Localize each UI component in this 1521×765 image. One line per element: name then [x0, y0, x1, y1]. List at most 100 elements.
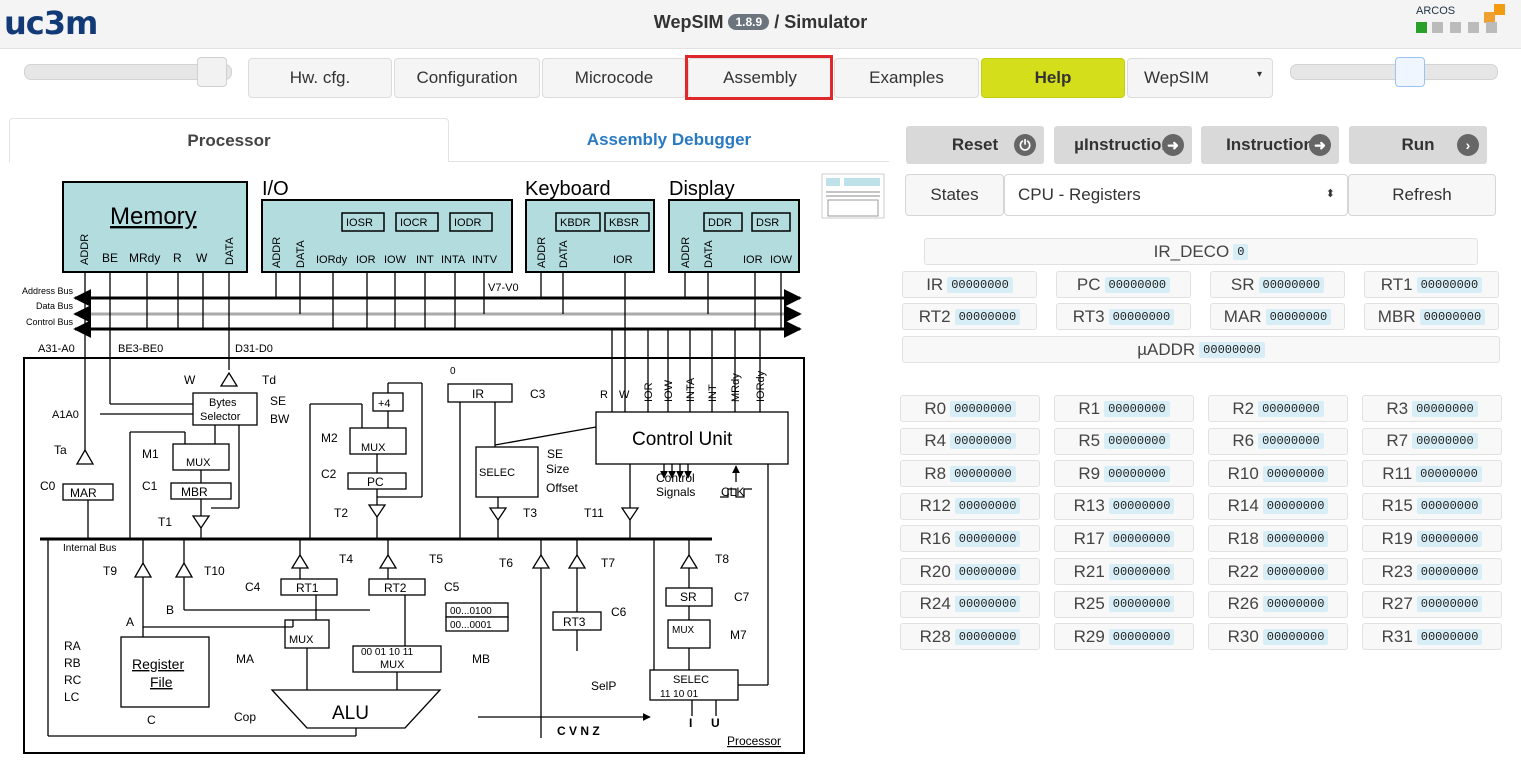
register-r29[interactable]: R29 00000000 [1054, 623, 1194, 651]
reset-button[interactable]: Reset ⏻ [906, 126, 1044, 164]
register-r24[interactable]: R24 00000000 [900, 590, 1040, 618]
diagram-minimap-icon[interactable] [821, 173, 885, 219]
register-r16[interactable]: R16 00000000 [900, 525, 1040, 553]
mbr-label: MBR [181, 485, 208, 499]
register-r7[interactable]: R7 00000000 [1362, 427, 1502, 455]
ir-deco-register[interactable]: IR_DECO 0 [924, 238, 1478, 265]
register-rt1[interactable]: RT1 00000000 [1364, 271, 1499, 298]
alu-label: ALU [332, 703, 369, 724]
states-button[interactable]: States [905, 174, 1004, 216]
tab-processor[interactable]: Processor [9, 118, 449, 162]
register-r0[interactable]: R0 00000000 [900, 395, 1040, 422]
label-t8: T8 [715, 552, 729, 566]
register-sr[interactable]: SR 00000000 [1210, 271, 1345, 298]
register-r26[interactable]: R26 00000000 [1208, 590, 1348, 618]
register-r2[interactable]: R2 00000000 [1208, 395, 1348, 422]
kbdr-label: KBDR [560, 217, 591, 229]
register-value: 00000000 [1104, 433, 1170, 450]
tab-assembly-debugger[interactable]: Assembly Debugger [449, 118, 889, 162]
instruction-button[interactable]: Instruction ➜ [1201, 126, 1339, 164]
control-bus-label: Control Bus [26, 317, 74, 327]
register-r25[interactable]: R25 00000000 [1054, 590, 1194, 618]
register-pc[interactable]: PC 00000000 [1056, 271, 1191, 298]
register-r4[interactable]: R4 00000000 [900, 427, 1040, 455]
register-r14[interactable]: R14 00000000 [1208, 492, 1348, 520]
display-label: Display [669, 178, 735, 200]
label-cop: Cop [234, 710, 256, 724]
register-value: 00000000 [1416, 628, 1483, 645]
register-r19[interactable]: R19 00000000 [1362, 525, 1502, 553]
register-name: R11 [1382, 463, 1413, 483]
register-name: R24 [919, 594, 951, 614]
label-w: W [184, 373, 196, 387]
label-a1a0: A1A0 [52, 409, 79, 421]
mode-select[interactable]: WepSIM ▾ [1127, 58, 1273, 98]
register-r3[interactable]: R3 00000000 [1362, 395, 1502, 422]
register-r30[interactable]: R30 00000000 [1208, 623, 1348, 651]
register-r11[interactable]: R11 00000000 [1362, 460, 1502, 488]
tab-microcode[interactable]: Microcode [542, 58, 686, 98]
tab-examples[interactable]: Examples [834, 58, 979, 98]
register-r15[interactable]: R15 00000000 [1362, 492, 1502, 520]
register-r12[interactable]: R12 00000000 [900, 492, 1040, 520]
register-r13[interactable]: R13 00000000 [1054, 492, 1194, 520]
right-size-slider[interactable] [1290, 57, 1498, 87]
mux-m2-label: MUX [361, 442, 386, 454]
register-r23[interactable]: R23 00000000 [1362, 558, 1502, 585]
register-r5[interactable]: R5 00000000 [1054, 427, 1194, 455]
register-r18[interactable]: R18 00000000 [1208, 525, 1348, 553]
register-name: SR [1230, 274, 1255, 294]
sig-mrdy: MRdy [129, 251, 160, 265]
register-mar[interactable]: MAR 00000000 [1210, 303, 1345, 330]
register-r21[interactable]: R21 00000000 [1054, 558, 1194, 585]
register-name: R14 [1227, 496, 1259, 516]
sig-r: R [173, 251, 182, 265]
register-r28[interactable]: R28 00000000 [900, 623, 1040, 651]
tab-help[interactable]: Help [981, 58, 1125, 98]
label-c2: C2 [321, 467, 337, 481]
refresh-button[interactable]: Refresh [1348, 174, 1496, 216]
label-c7: C7 [734, 590, 750, 604]
register-value: 00000000 [1416, 465, 1482, 482]
slider-handle[interactable] [197, 57, 227, 87]
register-rt2[interactable]: RT2 00000000 [902, 303, 1037, 330]
sig-kb-addr: ADDR [536, 237, 548, 268]
uaddr-register[interactable]: µADDR 00000000 [902, 336, 1500, 363]
arcos-logo[interactable]: ARCOS [1416, 5, 1455, 17]
tab-configuration[interactable]: Configuration [394, 58, 540, 98]
register-rt3[interactable]: RT3 00000000 [1056, 303, 1191, 330]
register-mbr[interactable]: MBR 00000000 [1364, 303, 1499, 330]
uinstruction-button[interactable]: µInstruction ➜ [1054, 126, 1192, 164]
register-r17[interactable]: R17 00000000 [1054, 525, 1194, 553]
tab-hw-cfg[interactable]: Hw. cfg. [248, 58, 392, 98]
bytes-selector-label-1: Bytes [209, 397, 237, 409]
register-file[interactable] [120, 636, 210, 708]
register-r8[interactable]: R8 00000000 [900, 460, 1040, 488]
label-t6: T6 [499, 556, 513, 570]
register-r27[interactable]: R27 00000000 [1362, 590, 1502, 618]
slider-handle[interactable] [1395, 57, 1425, 87]
register-r22[interactable]: R22 00000000 [1208, 558, 1348, 585]
register-ir[interactable]: IR 00000000 [902, 271, 1037, 298]
left-size-slider[interactable] [24, 57, 232, 87]
view-select[interactable]: CPU - Registers ⬍ [1004, 174, 1348, 216]
register-r31[interactable]: R31 00000000 [1362, 623, 1502, 651]
register-r20[interactable]: R20 00000000 [900, 558, 1040, 585]
label-t4: T4 [339, 552, 353, 566]
register-value: 00000000 [950, 465, 1016, 482]
run-button[interactable]: Run › [1349, 126, 1487, 164]
register-r9[interactable]: R9 00000000 [1054, 460, 1194, 488]
register-r10[interactable]: R10 00000000 [1208, 460, 1348, 488]
register-value: 00000000 [950, 433, 1016, 450]
register-name: RT3 [1072, 306, 1105, 326]
iodr-label: IODR [454, 217, 482, 229]
label-a: A [126, 615, 134, 629]
flags-label: C V N Z [557, 724, 600, 738]
register-r1[interactable]: R1 00000000 [1054, 395, 1194, 422]
sig-ior: IOR [356, 254, 376, 266]
rt1-label: RT1 [296, 581, 319, 595]
label-m2: M2 [321, 431, 338, 445]
arcos-logo-block [1486, 22, 1497, 33]
register-value: 00000000 [1262, 530, 1329, 547]
register-r6[interactable]: R6 00000000 [1208, 427, 1348, 455]
